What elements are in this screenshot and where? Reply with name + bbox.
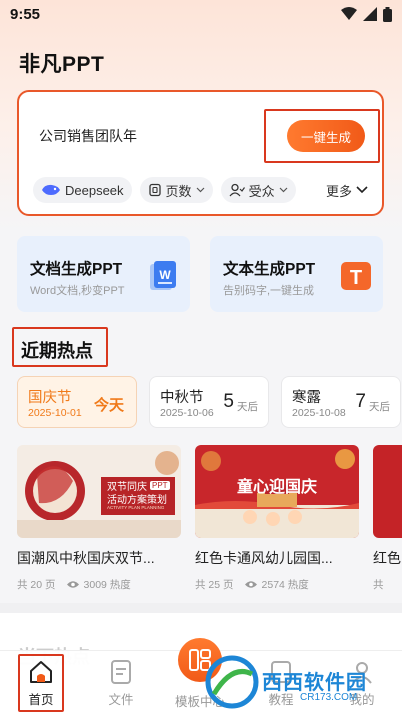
more-label: 更多 — [325, 183, 352, 199]
battery-icon — [383, 6, 392, 22]
template-meta: 共 — [373, 577, 402, 592]
pages-chip[interactable]: 页数 — [139, 177, 213, 203]
wifi-icon — [341, 7, 357, 20]
holiday-name: 中秋节 — [160, 390, 204, 406]
prompt-input[interactable]: 公司销售团队年 — [39, 126, 137, 146]
template-meta: 共 25 页 2574 热度 — [195, 577, 359, 592]
prompt-card: 公司销售团队年 一键生成 Deepseek 页数 受众 更多 — [17, 90, 384, 216]
signal-icon — [363, 7, 377, 21]
tab-label: 文件 — [108, 693, 134, 707]
watermark-logo — [205, 655, 259, 709]
generate-highlight-frame: 一键生成 — [264, 109, 380, 163]
template-pages: 共 25 页 — [195, 579, 234, 591]
feature-subtitle: Word文档,秒变PPT — [30, 285, 125, 297]
svg-text:T: T — [350, 267, 362, 289]
holiday-date: 2025-10-08 — [292, 407, 346, 419]
template-name: 红色卡通风幼儿园国... — [195, 550, 333, 566]
text-t-icon: T — [341, 262, 371, 290]
thumbnail-line: 活动方案策划 — [107, 495, 167, 506]
doc-to-ppt-card[interactable]: 文档生成PPT Word文档,秒变PPT W — [17, 236, 190, 312]
watermark-sub: CR173.COM — [300, 692, 358, 703]
chip-label: Deepseek — [65, 182, 124, 198]
days-count: 7 — [355, 391, 366, 412]
holiday-name: 寒露 — [292, 390, 321, 406]
generate-button[interactable]: 一键生成 — [287, 120, 365, 152]
thumbnail-title: 童心迎国庆 — [236, 479, 317, 496]
template-name: 国潮风中秋国庆双节... — [17, 550, 155, 566]
template-thumbnail — [373, 445, 402, 538]
watermark-text: 西西软件园 — [262, 672, 367, 694]
template-pages: 共 — [373, 579, 384, 591]
days-unit: 天后 — [369, 401, 390, 413]
svg-text:W: W — [159, 268, 171, 282]
holiday-tab[interactable]: 中秋节 2025-10-06 5 天后 — [149, 376, 269, 428]
template-pages: 共 20 页 — [17, 579, 56, 591]
holiday-date: 2025-10-06 — [160, 407, 214, 419]
pages-icon — [148, 183, 161, 197]
more-options-button[interactable]: 更多 — [318, 177, 370, 203]
holiday-tab[interactable]: 寒露 2025-10-08 7 天后 — [281, 376, 401, 428]
app-title: 非凡PPT — [19, 53, 105, 76]
template-thumbnail: 双节同庆 PPT 活动方案策划 ACTIVITY PLAN PLANNING — [17, 445, 181, 538]
template-card[interactable]: 童心迎国庆 红色卡通风幼儿园国... 共 25 页 2574 热度 — [195, 445, 359, 595]
chevron-down-icon — [196, 187, 204, 193]
word-doc-icon: W — [150, 261, 176, 290]
holiday-date: 2025-10-01 — [28, 407, 82, 419]
status-time: 9:55 — [10, 5, 41, 23]
template-card[interactable]: 双节同庆 PPT 活动方案策划 ACTIVITY PLAN PLANNING 国… — [17, 445, 181, 595]
option-chips: Deepseek 页数 受众 更多 — [33, 177, 370, 203]
file-icon — [111, 660, 131, 684]
chip-label: 页数 — [165, 183, 192, 199]
eye-icon — [244, 581, 257, 588]
home-highlight-frame — [18, 654, 64, 712]
tab-files[interactable]: 文件 — [91, 651, 151, 714]
template-thumbnail: 童心迎国庆 — [195, 445, 359, 538]
eye-icon — [66, 581, 79, 588]
text-to-ppt-card[interactable]: 文本生成PPT 告别码字,一键生成 T — [210, 236, 383, 312]
feature-title: 文本生成PPT — [223, 261, 316, 278]
holiday-tab[interactable]: 国庆节 2025-10-01 今天 — [17, 376, 137, 428]
template-heat: 2574 热度 — [261, 579, 309, 591]
feature-subtitle: 告别码字,一键生成 — [223, 285, 315, 297]
days-count: 5 — [223, 391, 234, 412]
watermark: 西西软件园 CR173.COM — [204, 652, 390, 712]
holiday-tabs: 国庆节 2025-10-01 今天 中秋节 2025-10-06 5 天后 寒露… — [17, 376, 402, 428]
feature-title: 文档生成PPT — [30, 261, 123, 278]
section-highlight-frame: 近期热点 — [12, 327, 108, 367]
status-icons — [341, 6, 392, 22]
today-badge: 今天 — [93, 397, 124, 414]
template-list: 双节同庆 PPT 活动方案策划 ACTIVITY PLAN PLANNING 国… — [17, 445, 402, 595]
audience-chip[interactable]: 受众 — [220, 177, 296, 203]
chip-label: 受众 — [248, 183, 275, 199]
template-name: 红色 — [373, 550, 401, 566]
template-card[interactable]: 红色 共 — [373, 445, 402, 595]
chevron-down-icon — [356, 186, 368, 194]
section-divider — [0, 603, 402, 613]
status-bar: 9:55 — [0, 0, 402, 28]
holiday-name: 国庆节 — [28, 390, 72, 406]
deepseek-whale-icon — [42, 184, 60, 195]
section-title: 近期热点 — [21, 341, 93, 361]
days-unit: 天后 — [237, 401, 258, 413]
thumbnail-badge: PPT — [150, 481, 170, 490]
audience-icon — [229, 183, 245, 197]
chevron-down-icon — [279, 187, 288, 193]
model-chip[interactable]: Deepseek — [33, 177, 132, 203]
template-meta: 共 20 页 3009 热度 — [17, 577, 181, 592]
thumbnail-english: ACTIVITY PLAN PLANNING — [107, 505, 165, 510]
template-heat: 3009 热度 — [83, 579, 131, 591]
